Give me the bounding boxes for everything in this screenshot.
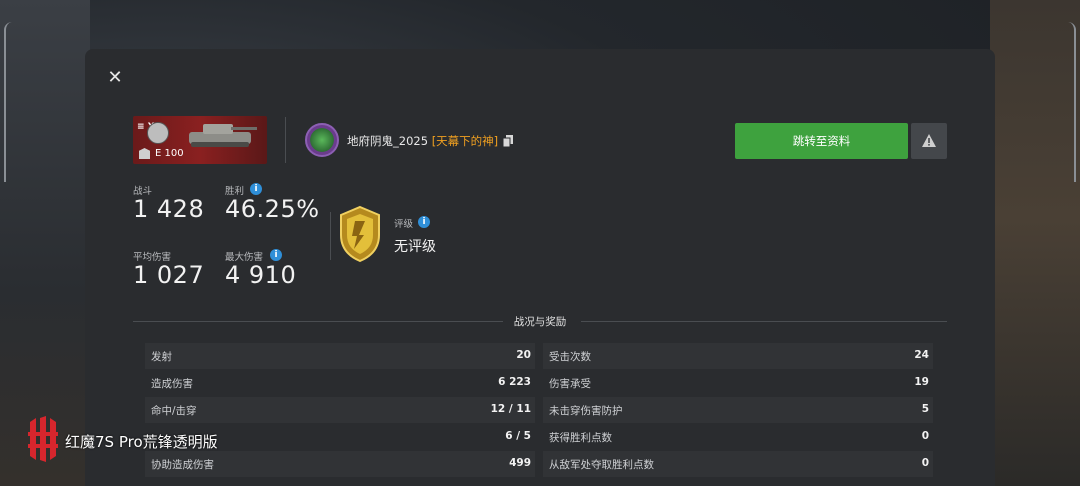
table-row: 受击次数 24	[543, 343, 933, 369]
player-stats-dialog: ✕ ≡ X E 100 地府阴鬼_2025 [天幕下的神] 跳转至资料 战斗 1…	[85, 49, 995, 486]
row-label: 未击穿伤害防护	[549, 405, 623, 417]
nation-emblem-icon	[147, 122, 169, 144]
rank-shield-icon	[340, 205, 380, 263]
screen-edge-right	[1068, 22, 1076, 182]
go-to-profile-button[interactable]: 跳转至资料	[735, 123, 908, 159]
player-name: 地府阴鬼_2025 [天幕下的神]	[347, 133, 498, 149]
max-damage-value: 4 910	[225, 261, 297, 289]
row-label: 命中/击穿	[151, 405, 197, 417]
table-row: 伤害承受 19	[543, 370, 933, 396]
row-value: 499	[509, 457, 531, 469]
row-value: 12 / 11	[490, 403, 531, 415]
battles-value: 1 428	[133, 195, 205, 223]
row-value: 5	[921, 403, 929, 415]
row-label: 协助造成伤害	[151, 459, 214, 471]
row-value: 20	[516, 349, 531, 361]
row-label: 伤害承受	[549, 378, 591, 390]
tank-class-icon	[139, 148, 150, 159]
row-value: 0	[921, 430, 929, 442]
table-row: 命中/击穿 12 / 11	[145, 397, 535, 423]
row-label: 受击次数	[549, 351, 591, 363]
table-row: 从敌军处夺取胜利点数 0	[543, 451, 933, 477]
row-value: 19	[914, 376, 929, 388]
table-row: 获得胜利点数 0	[543, 424, 933, 450]
rank-info-icon[interactable]: i	[418, 216, 430, 228]
header-divider	[285, 117, 286, 163]
row-label: 造成伤害	[151, 378, 193, 390]
tank-image-icon	[189, 124, 257, 147]
row-value: 0	[921, 457, 929, 469]
close-icon[interactable]: ✕	[106, 69, 124, 87]
background-right	[990, 0, 1080, 486]
clan-emblem-icon[interactable]	[305, 123, 339, 157]
row-label: 获得胜利点数	[549, 432, 612, 444]
winrate-info-icon[interactable]: i	[250, 183, 262, 195]
section-title: 战况与奖励	[513, 316, 567, 328]
winrate-value: 46.25%	[225, 195, 320, 223]
table-row: 协助造成伤害 499	[145, 451, 535, 477]
player-nickname: 地府阴鬼_2025	[347, 134, 429, 148]
tank-name: E 100	[155, 148, 184, 159]
background-left	[0, 0, 90, 486]
rank-value: 无评级	[394, 239, 436, 255]
redmagic-logo-icon	[28, 416, 58, 462]
row-value: 6 / 5	[505, 430, 531, 442]
warning-icon	[922, 134, 936, 147]
copy-icon[interactable]	[503, 135, 513, 147]
table-row: 造成伤害 6 223	[145, 370, 535, 396]
stats-divider	[330, 212, 331, 260]
row-label: 发射	[151, 351, 172, 363]
screen-edge-left	[4, 22, 12, 182]
rank-label: 评级	[394, 219, 414, 230]
table-row: 发射 20	[145, 343, 535, 369]
max-damage-info-icon[interactable]: i	[270, 249, 282, 261]
device-watermark-text: 红魔7S Pro荒锋透明版	[65, 433, 218, 451]
table-row: 未击穿伤害防护 5	[543, 397, 933, 423]
row-value: 24	[914, 349, 929, 361]
row-value: 6 223	[498, 376, 531, 388]
tank-card: ≡ X E 100	[133, 116, 267, 164]
report-button[interactable]	[911, 123, 947, 159]
avg-damage-value: 1 027	[133, 261, 205, 289]
row-label: 从敌军处夺取胜利点数	[549, 459, 654, 471]
clan-tag: [天幕下的神]	[431, 134, 499, 148]
